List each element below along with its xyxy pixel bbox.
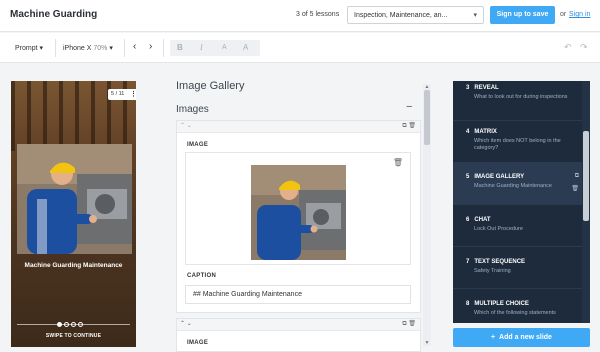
slide-item[interactable]: 3 REVEAL What to look out for during ins… bbox=[453, 81, 583, 121]
lesson-select-value: Inspection, Maintenance, an... bbox=[354, 12, 448, 19]
prompt-dropdown[interactable]: Prompt ▾ bbox=[15, 44, 43, 52]
slide-description: Which of the following statements bbox=[474, 310, 556, 316]
chevron-down-icon: ▾ bbox=[109, 45, 113, 52]
card-actions-icon[interactable]: ⧉ 🗑 bbox=[402, 320, 416, 328]
toolbar-divider bbox=[163, 39, 164, 57]
top-bar: Machine Guarding 3 of 5 lessons Inspecti… bbox=[0, 0, 600, 32]
slide-description: Safety Training bbox=[474, 268, 511, 274]
trash-icon[interactable]: 🗑 bbox=[571, 185, 579, 192]
signin-link[interactable]: Sign in bbox=[569, 11, 590, 18]
slide-title: REVEAL bbox=[474, 85, 499, 91]
image-item-card: ⌃ ⌄ ⧉ 🗑 IMAGE 🗑 CAPTION ## Machine Guard… bbox=[176, 120, 421, 313]
slide-title: TEXT SEQUENCE bbox=[474, 259, 526, 265]
scroll-thumb[interactable] bbox=[424, 90, 430, 145]
slide-number: 8 bbox=[466, 301, 470, 307]
lesson-select[interactable]: Inspection, Maintenance, an... ▾ bbox=[347, 6, 484, 24]
slides-scrollbar[interactable] bbox=[582, 81, 590, 323]
slide-counter-text: 5 / 11 bbox=[111, 91, 125, 97]
slide-title: MULTIPLE CHOICE bbox=[474, 301, 529, 307]
bold-button[interactable]: B bbox=[177, 43, 183, 52]
font-size-large-button[interactable]: A bbox=[243, 43, 248, 52]
card-header: ⌃ ⌄ ⧉ 🗑 bbox=[177, 319, 420, 331]
gallery-pagination bbox=[57, 314, 85, 332]
next-slide-button[interactable]: › bbox=[149, 41, 152, 52]
undo-icon[interactable]: ↶ bbox=[564, 42, 572, 53]
collapse-icon[interactable]: − bbox=[406, 101, 412, 113]
duplicate-icon[interactable]: ⧉ bbox=[575, 173, 579, 180]
card-actions-icon[interactable]: ⧉ 🗑 bbox=[402, 122, 416, 130]
slide-title: MATRIX bbox=[474, 129, 497, 135]
slide-item[interactable]: 4 MATRIX Which item does NOT belong in t… bbox=[453, 121, 583, 163]
device-dropdown[interactable]: iPhone X 70% ▾ bbox=[63, 44, 113, 52]
caption-label: CAPTION bbox=[187, 273, 217, 279]
slides-scroll-thumb[interactable] bbox=[583, 131, 589, 221]
redo-icon[interactable]: ↷ bbox=[580, 42, 588, 53]
section-title: Image Gallery bbox=[176, 80, 245, 92]
course-title: Machine Guarding bbox=[10, 9, 98, 20]
trash-icon[interactable]: 🗑 bbox=[393, 158, 403, 167]
plus-icon: + bbox=[491, 334, 500, 341]
more-options-icon[interactable]: ⋮ bbox=[130, 90, 136, 98]
format-group: B I A A bbox=[170, 40, 260, 56]
slide-number: 4 bbox=[466, 129, 470, 135]
caption-input[interactable]: ## Machine Guarding Maintenance bbox=[185, 285, 411, 304]
image-label: IMAGE bbox=[187, 142, 209, 148]
device-label: iPhone X bbox=[63, 45, 92, 52]
prompt-label: Prompt bbox=[15, 45, 38, 52]
image-upload-box[interactable]: 🗑 bbox=[185, 152, 411, 265]
toolbar-divider bbox=[124, 39, 125, 57]
card-header: ⌃ ⌄ ⧉ 🗑 bbox=[177, 121, 420, 133]
slide-item-active[interactable]: 5 IMAGE GALLERY Machine Guarding Mainten… bbox=[453, 163, 583, 205]
lessons-count: 3 of 5 lessons bbox=[296, 11, 340, 18]
slide-description: What to look out for during inspections bbox=[474, 94, 568, 100]
add-slide-label: Add a new slide bbox=[499, 334, 552, 341]
move-arrows-icon[interactable]: ⌃ ⌄ bbox=[180, 320, 192, 327]
slide-title: IMAGE GALLERY bbox=[474, 174, 525, 180]
editor-toolbar: Prompt ▾ iPhone X 70% ▾ ‹ › B I A A ↶ ↷ bbox=[0, 33, 600, 63]
slide-title: CHAT bbox=[474, 217, 491, 223]
zoom-level: 70% bbox=[93, 45, 108, 52]
slide-number: 7 bbox=[466, 259, 470, 265]
toolbar-divider bbox=[55, 39, 56, 57]
signup-button[interactable]: Sign up to save bbox=[490, 6, 555, 24]
slide-description: Which item does NOT belong in the catego… bbox=[474, 138, 561, 151]
uploaded-image bbox=[251, 165, 346, 260]
move-arrows-icon[interactable]: ⌃ ⌄ bbox=[180, 122, 192, 129]
slide-description: Machine Guarding Maintenance bbox=[474, 183, 552, 189]
prev-slide-button[interactable]: ‹ bbox=[133, 41, 136, 52]
slide-description: Lock Out Procedure bbox=[474, 226, 523, 232]
image-label-2: IMAGE bbox=[187, 340, 209, 346]
images-heading: Images bbox=[176, 104, 209, 115]
italic-button[interactable]: I bbox=[200, 43, 203, 52]
or-text: or bbox=[560, 11, 567, 18]
slide-item[interactable]: 6 CHAT Lock Out Procedure bbox=[453, 205, 583, 247]
chevron-down-icon: ▾ bbox=[473, 12, 477, 19]
font-size-small-button[interactable]: A bbox=[222, 44, 227, 51]
chevron-down-icon: ▾ bbox=[39, 45, 44, 52]
add-slide-button[interactable]: + Add a new slide bbox=[453, 328, 590, 347]
editor-scrollbar[interactable]: ▲ ▼ bbox=[423, 84, 431, 346]
slide-item[interactable]: 7 TEXT SEQUENCE Safety Training bbox=[453, 247, 583, 289]
slide-number: 5 bbox=[466, 174, 470, 180]
slide-number: 6 bbox=[466, 217, 470, 223]
slides-list: 3 REVEAL What to look out for during ins… bbox=[453, 81, 590, 323]
slide-counter: 5 / 11 ⋮ bbox=[108, 89, 136, 100]
slide-number: 3 bbox=[466, 85, 470, 91]
scroll-down-icon[interactable]: ▼ bbox=[423, 340, 431, 346]
swipe-to-continue: SWIPE TO CONTINUE bbox=[45, 333, 102, 339]
image-item-card-2: ⌃ ⌄ ⧉ 🗑 IMAGE bbox=[176, 318, 421, 352]
slide-preview[interactable]: 5 / 11 ⋮ Machine Guarding Maintenance SW… bbox=[11, 81, 136, 347]
swipe-divider bbox=[17, 324, 130, 325]
preview-caption: Machine Guarding Maintenance bbox=[24, 262, 123, 269]
slide-item[interactable]: 8 MULTIPLE CHOICE Which of the following… bbox=[453, 289, 583, 323]
worker-photo bbox=[17, 144, 132, 254]
